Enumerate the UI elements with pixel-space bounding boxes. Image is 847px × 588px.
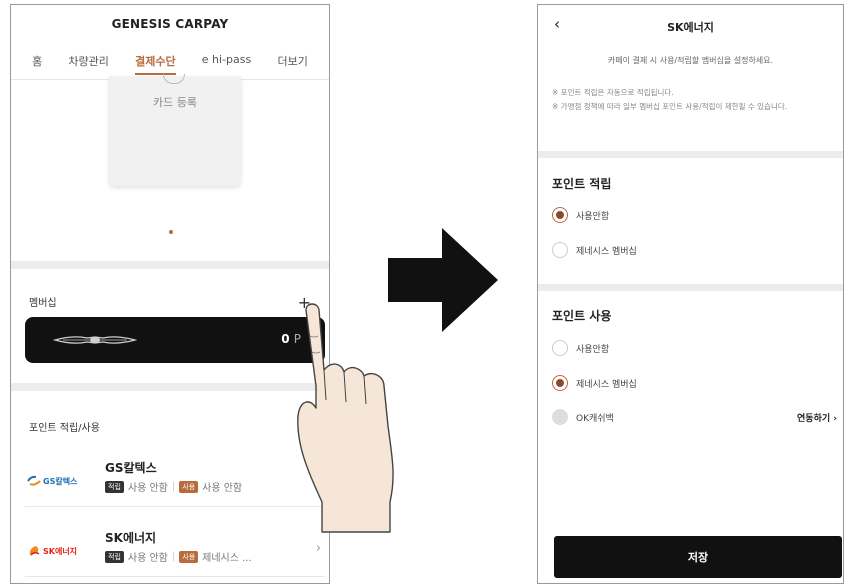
option-label: 제네시스 멤버십 xyxy=(576,379,637,390)
card-register-label: 카드 등록 xyxy=(153,96,197,109)
divider xyxy=(538,284,843,291)
earn-value: 사용 안함 xyxy=(127,483,168,494)
use-value: 사용 안함 xyxy=(202,483,243,494)
card-carousel: 카드 등록 xyxy=(11,74,329,265)
tab-payment[interactable]: 결제수단 xyxy=(135,53,176,75)
use-badge: 사용 xyxy=(179,550,199,563)
radio-unselected[interactable] xyxy=(552,242,568,258)
point-section-title: 포인트 적립/사용 xyxy=(29,423,100,434)
brand-row-sk[interactable]: SK에너지 SK에너지 적립 사용 안함 | 사용 제네시스 ... › xyxy=(25,523,325,577)
earn-option-genesis[interactable]: 제네시스 멤버십 xyxy=(552,240,837,260)
brand-name: SK에너지 xyxy=(105,531,157,545)
use-section-title: 포인트 사용 xyxy=(552,309,612,323)
add-card-icon xyxy=(163,74,185,84)
divider xyxy=(538,151,843,158)
option-label: 사용안함 xyxy=(576,211,610,222)
use-badge: 사용 xyxy=(179,480,199,493)
divider xyxy=(11,261,329,269)
brand-name: GS칼텍스 xyxy=(105,461,157,475)
radio-selected[interactable] xyxy=(552,207,568,223)
tab-home[interactable]: 홈 xyxy=(32,53,42,75)
brand-detail: 적립 사용 안함 | 사용 제네시스 ... xyxy=(105,549,252,564)
genesis-carpay-screen: GENESIS CARPAY 홈 차량관리 결제수단 e hi-pass 더보기… xyxy=(10,4,330,584)
info-text: 카페이 결제 시 사용/적립할 멤버십을 설정하세요. xyxy=(607,56,774,65)
save-button[interactable]: 저장 xyxy=(554,536,842,578)
tab-bar: 홈 차량관리 결제수단 e hi-pass 더보기 xyxy=(11,53,329,75)
use-option-okcashbag: OK캐쉬백 연동하기 › xyxy=(552,407,837,427)
sk-logo-text: SK에너지 xyxy=(43,546,78,556)
brand-detail: 적립 사용 안함 | 사용 사용 안함 xyxy=(105,479,242,494)
use-option-genesis[interactable]: 제네시스 멤버십 xyxy=(552,373,837,393)
right-arrow-icon xyxy=(388,228,498,332)
earn-value: 사용 안함 xyxy=(127,553,168,564)
carousel-indicator xyxy=(169,230,173,234)
genesis-logo-icon xyxy=(53,336,137,344)
earn-section-title: 포인트 적립 xyxy=(552,177,612,191)
use-option-none[interactable]: 사용안함 xyxy=(552,338,837,358)
note-line: ※ 포인트 적립은 자동으로 적립됩니다. xyxy=(552,88,674,97)
points-value: 0 xyxy=(281,332,290,346)
tab-ehipass[interactable]: e hi-pass xyxy=(202,53,251,75)
radio-unselected[interactable] xyxy=(552,340,568,356)
option-label: OK캐쉬백 xyxy=(576,413,614,424)
pointing-hand-icon xyxy=(297,303,394,533)
membership-title: 멤버십 xyxy=(29,298,57,309)
sk-energy-settings-screen: ‹ SK에너지 카페이 결제 시 사용/적립할 멤버십을 설정하세요. ※ 포인… xyxy=(537,4,844,584)
tab-more[interactable]: 더보기 xyxy=(277,53,307,75)
earn-badge: 적립 xyxy=(105,550,124,563)
tab-vehicle[interactable]: 차량관리 xyxy=(68,53,108,75)
card-register-button[interactable]: 카드 등록 xyxy=(109,74,241,186)
brand-row-gs[interactable]: GS칼텍스 GS칼텍스 적립 사용 안함 | 사용 사용 안함 › xyxy=(25,453,325,507)
page-title: SK에너지 xyxy=(667,21,714,34)
note-line: ※ 가맹점 정책에 따라 일부 멤버십 포인트 사용/적립이 제한될 수 있습니… xyxy=(552,102,788,111)
earn-badge: 적립 xyxy=(105,480,124,493)
genesis-membership-card[interactable]: 0 P xyxy=(25,317,325,363)
gs-caltex-logo-icon: GS칼텍스 xyxy=(27,475,77,487)
option-label: 제네시스 멤버십 xyxy=(576,246,637,257)
earn-option-none[interactable]: 사용안함 xyxy=(552,205,837,225)
use-value: 제네시스 ... xyxy=(202,553,252,564)
sk-energy-logo-icon: SK에너지 xyxy=(27,545,77,557)
option-label: 사용안함 xyxy=(576,344,610,355)
gs-logo-text: GS칼텍스 xyxy=(43,476,78,486)
link-account-button[interactable]: 연동하기 › xyxy=(797,411,837,424)
app-title: GENESIS CARPAY xyxy=(111,17,229,31)
radio-selected[interactable] xyxy=(552,375,568,391)
divider xyxy=(11,383,329,391)
radio-disabled xyxy=(552,409,568,425)
chevron-right-icon: › xyxy=(315,541,321,556)
